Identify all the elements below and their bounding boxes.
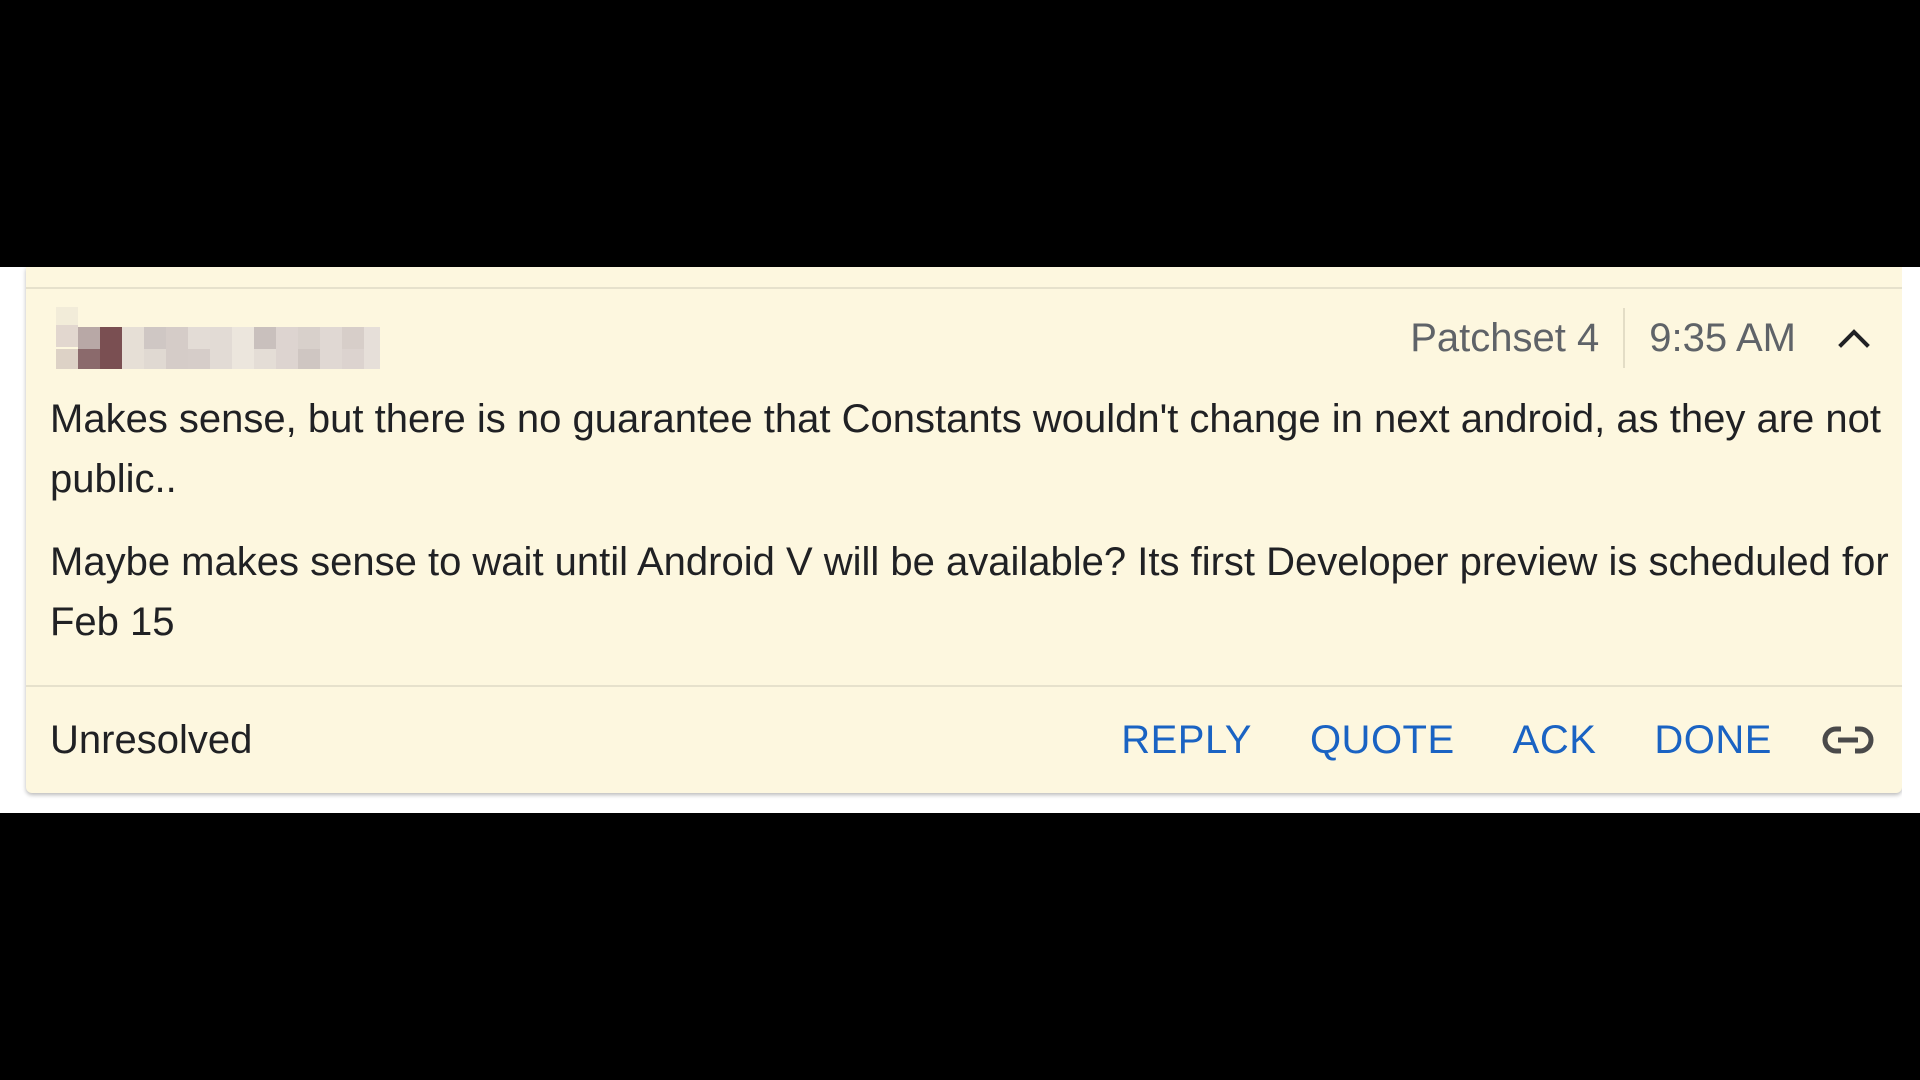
top-divider (26, 287, 1902, 289)
link-icon[interactable] (1822, 720, 1874, 760)
comment-header[interactable]: Patchset 4 9:35 AM (26, 307, 1902, 369)
comment-body: Makes sense, but there is no guarantee t… (50, 389, 1890, 652)
comment-paragraph: Maybe makes sense to wait until Android … (50, 540, 1889, 644)
comment-viewport: Patchset 4 9:35 AM Makes sense, but ther… (0, 267, 1920, 813)
ack-button[interactable]: ACK (1513, 687, 1597, 793)
resolution-status: Unresolved (50, 718, 253, 762)
reply-button[interactable]: REPLY (1121, 687, 1252, 793)
quote-button[interactable]: QUOTE (1310, 687, 1455, 793)
comment-card: Patchset 4 9:35 AM Makes sense, but ther… (26, 267, 1902, 793)
comment-meta: Patchset 4 9:35 AM (1410, 307, 1874, 369)
comment-footer: Unresolved REPLY QUOTE ACK DONE (26, 687, 1902, 793)
chevron-up-icon[interactable] (1834, 318, 1874, 358)
right-gutter (1902, 267, 1920, 813)
comment-paragraph: Makes sense, but there is no guarantee t… (50, 397, 1882, 501)
comment-time: 9:35 AM (1649, 316, 1796, 360)
done-button[interactable]: DONE (1654, 687, 1772, 793)
author-name-redacted (36, 307, 380, 369)
patchset-label: Patchset 4 (1410, 316, 1600, 360)
comment-actions: REPLY QUOTE ACK DONE (1063, 687, 1874, 793)
